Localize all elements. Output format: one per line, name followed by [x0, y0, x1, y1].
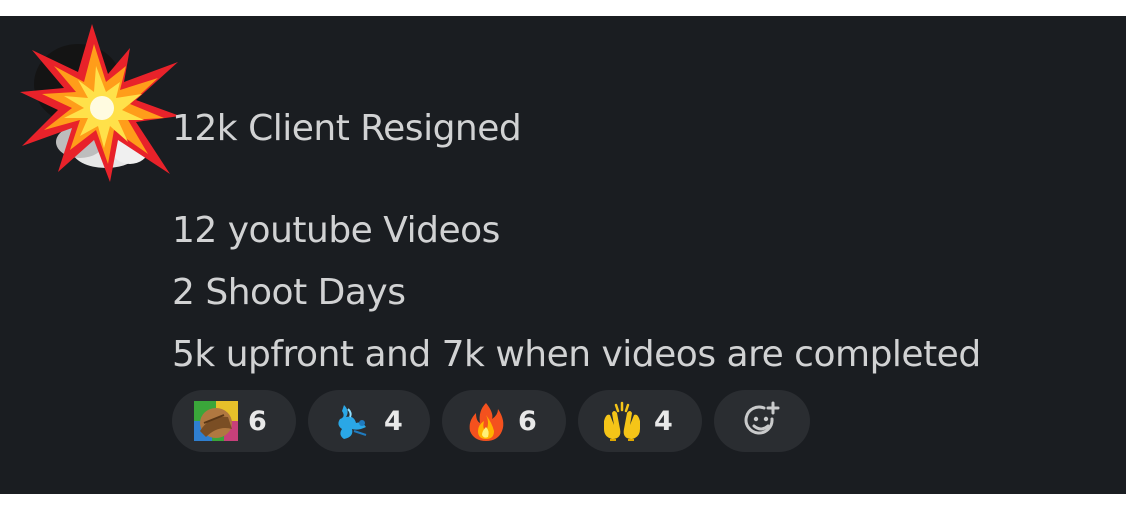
reaction-count: 6	[248, 405, 267, 437]
reaction-pill-blue-water[interactable]: 4	[308, 390, 430, 452]
reaction-pill-fire[interactable]: 6	[442, 390, 566, 452]
message-line: 2 Shoot Days	[172, 272, 406, 313]
blue-water-emoji-icon	[338, 405, 367, 439]
message-body: 12 youtube Videos 2 Shoot Days 5k upfron…	[172, 200, 981, 386]
add-reaction-button[interactable]	[714, 390, 810, 452]
reaction-pill-facepalm[interactable]: 6	[172, 390, 296, 452]
reaction-bar: 6 4 6 4	[172, 390, 810, 452]
message-line: 12 youtube Videos	[172, 210, 500, 251]
fire-emoji-icon	[469, 403, 504, 441]
reaction-count: 4	[654, 405, 673, 437]
message-line: 5k upfront and 7k when videos are comple…	[172, 334, 981, 375]
raised-hands-emoji-icon	[604, 401, 640, 441]
reaction-count: 6	[518, 405, 537, 437]
facepalm-emoji-icon	[194, 401, 238, 441]
collision-burst-icon	[20, 24, 180, 182]
message-title: 12k Client Resigned	[172, 108, 522, 149]
add-reaction-icon	[744, 401, 780, 435]
message-panel: 12k Client Resigned 12 youtube Videos 2 …	[0, 16, 1126, 494]
avatar[interactable]	[18, 22, 183, 187]
reaction-pill-raised-hands[interactable]: 4	[578, 390, 702, 452]
reaction-count: 4	[384, 405, 403, 437]
